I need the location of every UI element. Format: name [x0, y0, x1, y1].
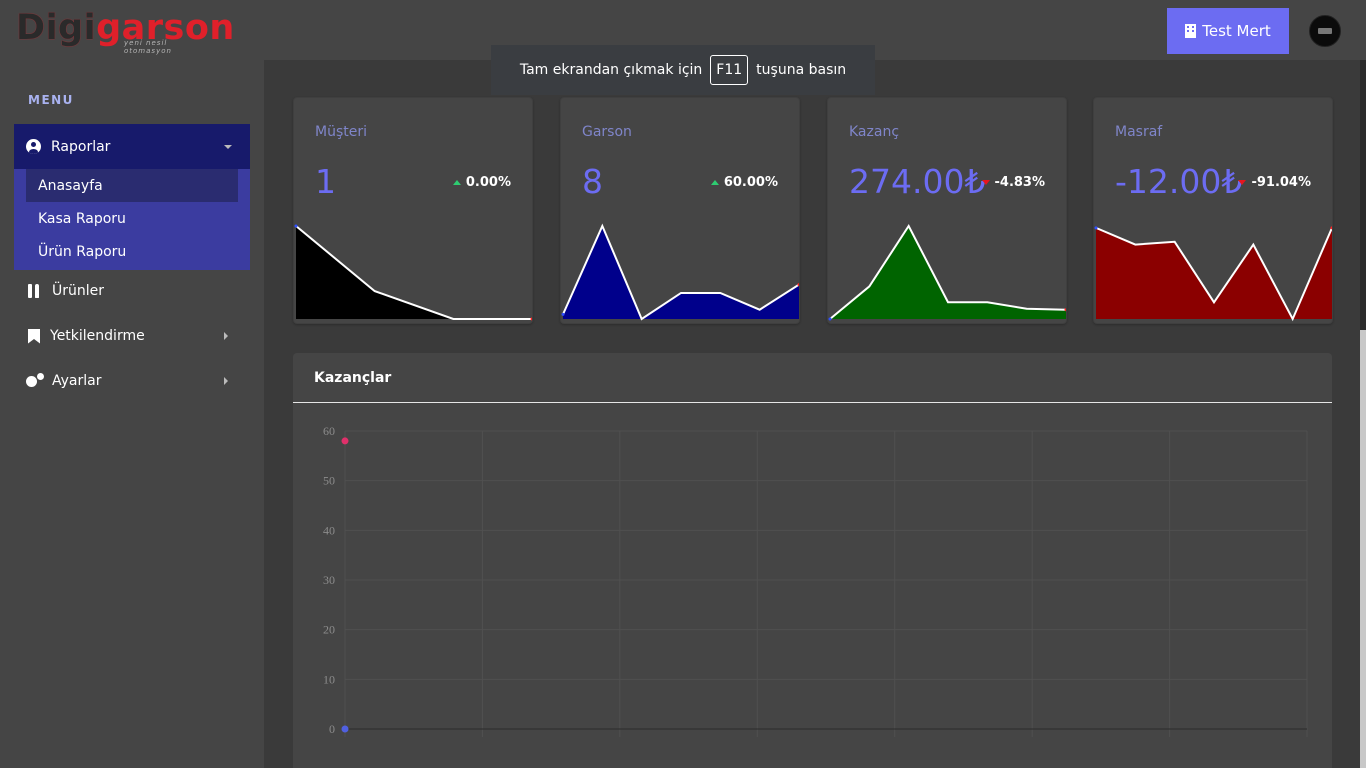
sparkline-point	[828, 317, 832, 321]
card-label: Masraf	[1115, 124, 1163, 140]
y-tick-label: 10	[323, 672, 335, 686]
sidebar-item-label: Ayarlar	[52, 373, 102, 389]
data-point	[341, 437, 349, 445]
y-tick-label: 20	[323, 623, 335, 637]
sidebar-submenu: Anasayfa Kasa Raporu Ürün Raporu	[14, 169, 250, 270]
page-scrollbar[interactable]	[1360, 60, 1366, 768]
sidebar-subitem-anasayfa[interactable]: Anasayfa	[26, 169, 238, 202]
trend-up-icon	[710, 180, 719, 185]
utensils-icon	[26, 283, 42, 299]
sidebar-subitem-urun-raporu[interactable]: Ürün Raporu	[26, 235, 238, 268]
sidebar: MENU Raporlar Anasayfa Kasa Raporu Ürün …	[0, 60, 264, 768]
trend-down-icon	[981, 180, 990, 185]
card-value: -12.00₺	[1115, 162, 1243, 201]
sparkline-point	[294, 224, 298, 228]
earnings-chart: 0 10 20 30 40 50 60	[323, 424, 1308, 737]
card-change: -4.83%	[981, 175, 1045, 190]
y-tick-label: 40	[323, 523, 335, 537]
avatar-icon[interactable]	[1309, 15, 1341, 47]
user-circle-icon	[26, 139, 41, 154]
sidebar-subitem-kasa-raporu[interactable]: Kasa Raporu	[26, 202, 238, 235]
digigarson-logo[interactable]: Digigarson yeni nesil otomasyon	[16, 8, 234, 55]
y-tick-label: 50	[323, 474, 335, 488]
sparkline-chart	[828, 224, 1066, 321]
logo-tagline: yeni nesil otomasyon	[124, 39, 172, 55]
panel-title: Kazançlar	[314, 370, 392, 386]
sidebar-item-label: Ürünler	[52, 283, 105, 299]
card-label: Müşteri	[315, 124, 367, 140]
earnings-panel: Kazançlar 0 10 20 30 40 50 60	[293, 353, 1332, 768]
stat-card-garson: Garson 8 60.00%	[560, 97, 800, 324]
sidebar-item-label: Raporlar	[51, 138, 111, 155]
sparkline-point	[530, 317, 532, 321]
bookmark-icon	[28, 328, 40, 344]
sidebar-item-urunler[interactable]: Ürünler	[14, 269, 250, 313]
toast-text-after: tuşuna basın	[756, 62, 847, 78]
sparkline-chart	[1094, 226, 1332, 322]
y-tick-label: 0	[329, 722, 335, 736]
sparkline-point	[1094, 226, 1098, 230]
sidebar-item-ayarlar[interactable]: Ayarlar	[14, 359, 250, 403]
sparkline-chart	[294, 224, 532, 321]
sparkline-chart	[561, 223, 799, 321]
sidebar-item-raporlar[interactable]: Raporlar	[14, 124, 250, 169]
sidebar-group-raporlar: Raporlar Anasayfa Kasa Raporu Ürün Rapor…	[14, 124, 250, 270]
menu-title: MENU	[28, 93, 74, 107]
card-label: Garson	[582, 124, 632, 140]
building-icon	[1185, 24, 1197, 38]
toast-key: F11	[710, 55, 749, 85]
chevron-right-icon	[224, 377, 228, 385]
toast-text-before: Tam ekrandan çıkmak için	[519, 62, 703, 78]
data-point	[341, 725, 349, 733]
user-name-label: Test Mert	[1202, 22, 1271, 40]
cogs-icon	[26, 373, 44, 389]
y-tick-label: 60	[323, 424, 335, 438]
chevron-right-icon	[224, 332, 228, 340]
sparkline-point	[561, 312, 565, 316]
card-change: 60.00%	[710, 175, 778, 190]
y-tick-label: 30	[323, 573, 335, 587]
sparkline-area	[830, 226, 1066, 319]
card-value: 274.00₺	[849, 162, 986, 201]
panel-divider	[293, 402, 1332, 403]
stat-card-masraf: Masraf -12.00₺ -91.04%	[1093, 97, 1333, 324]
card-value: 1	[315, 162, 336, 201]
trend-up-icon	[452, 180, 461, 185]
stat-card-kazanc: Kazanç 274.00₺ -4.83%	[827, 97, 1067, 324]
user-menu-button[interactable]: Test Mert	[1167, 8, 1289, 54]
card-label: Kazanç	[849, 124, 900, 140]
scrollbar-thumb[interactable]	[1360, 330, 1366, 768]
card-change: -91.04%	[1238, 175, 1311, 190]
trend-down-icon	[1238, 180, 1247, 185]
sparkline-area	[563, 226, 799, 319]
card-change: 0.00%	[452, 175, 511, 190]
sidebar-item-label: Yetkilendirme	[50, 328, 145, 344]
sparkline-area	[1096, 227, 1332, 319]
stat-card-musteri: Müşteri 1 0.00%	[293, 97, 533, 324]
card-value: 8	[582, 162, 603, 201]
sidebar-item-yetkilendirme[interactable]: Yetkilendirme	[14, 314, 250, 358]
caret-down-icon	[224, 144, 232, 149]
fullscreen-hint-toast: Tam ekrandan çıkmak için F11 tuşuna bası…	[491, 45, 875, 95]
